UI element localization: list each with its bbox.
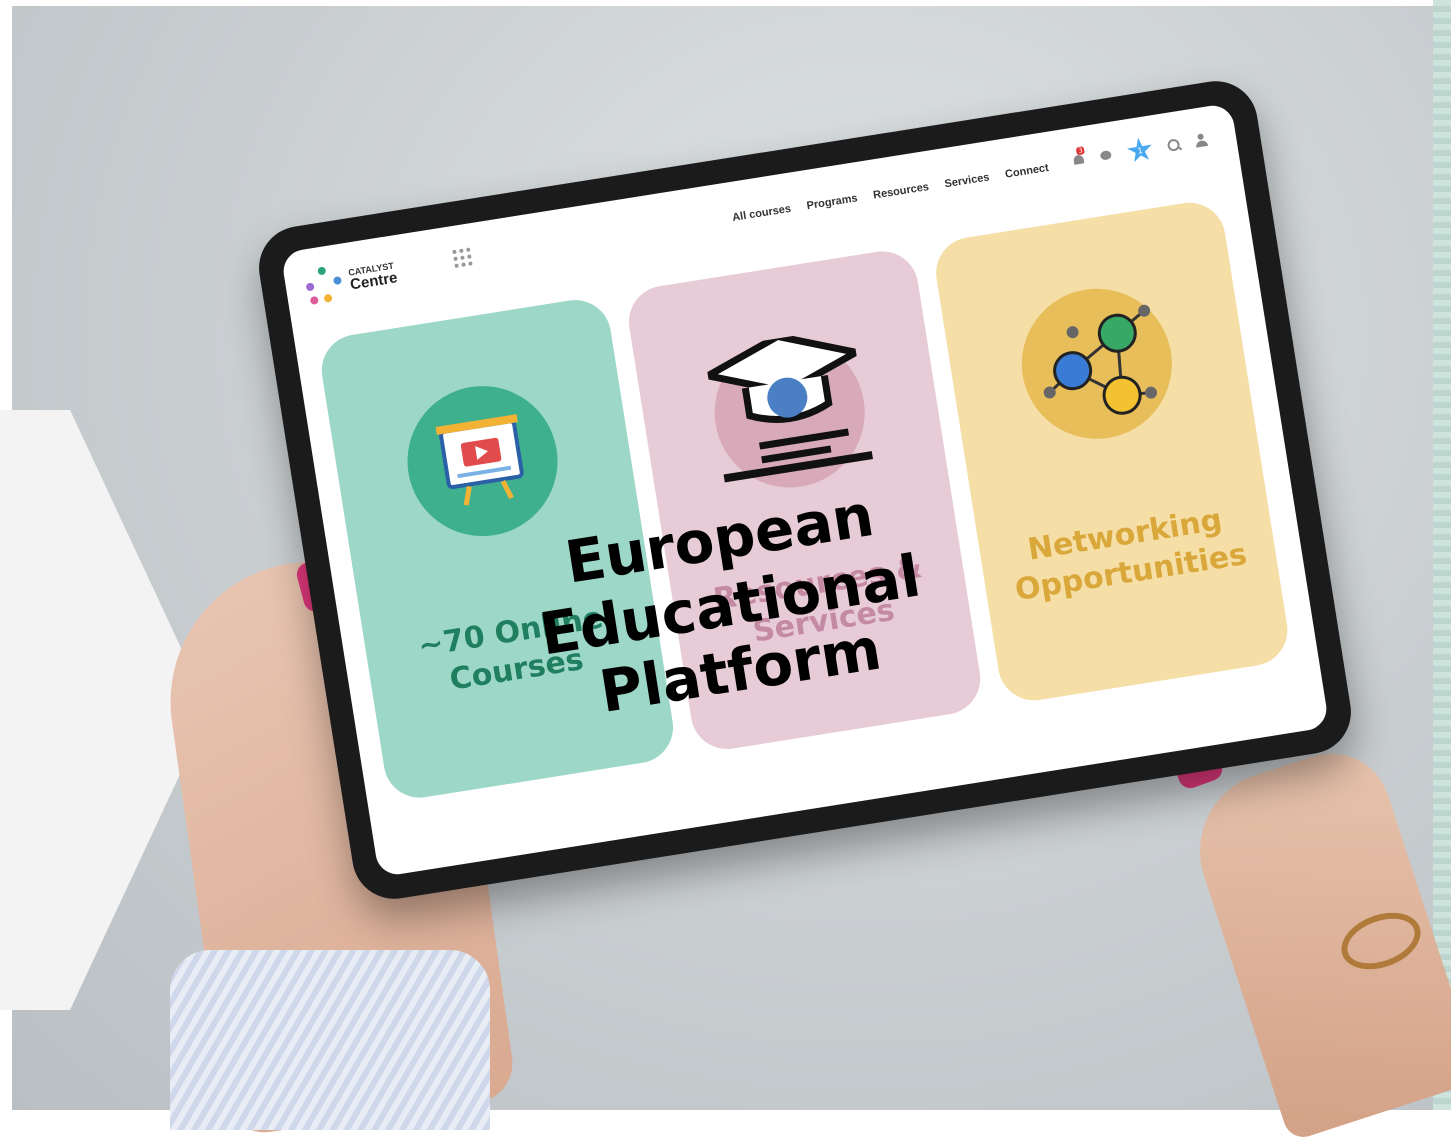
star-count: 1 (1136, 145, 1144, 156)
nav-programs[interactable]: Programs (806, 192, 859, 212)
chat-icon[interactable] (1098, 148, 1114, 164)
toolbar: 3 1 (1070, 127, 1210, 174)
logo-mark-icon (301, 262, 347, 308)
search-icon[interactable] (1166, 137, 1182, 153)
presentation-board-icon (396, 375, 569, 547)
main-nav: All courses Programs Resources Services … (731, 162, 1049, 224)
graduation-cap-browser-icon (653, 260, 904, 499)
catalyst-logo[interactable]: CATALYST Centre (301, 253, 400, 307)
notification-badge: 3 (1075, 146, 1086, 156)
nav-resources[interactable]: Resources (872, 181, 929, 202)
network-people-icon (1011, 277, 1183, 450)
apps-grid-icon[interactable] (452, 247, 473, 269)
star-icon[interactable]: 1 (1125, 136, 1155, 166)
nav-all-courses[interactable]: All courses (731, 203, 791, 224)
bell-icon[interactable]: 3 (1071, 146, 1087, 168)
sleeve (170, 950, 490, 1130)
nav-connect[interactable]: Connect (1004, 162, 1049, 181)
user-icon[interactable] (1193, 133, 1209, 149)
nav-services[interactable]: Services (944, 171, 991, 190)
